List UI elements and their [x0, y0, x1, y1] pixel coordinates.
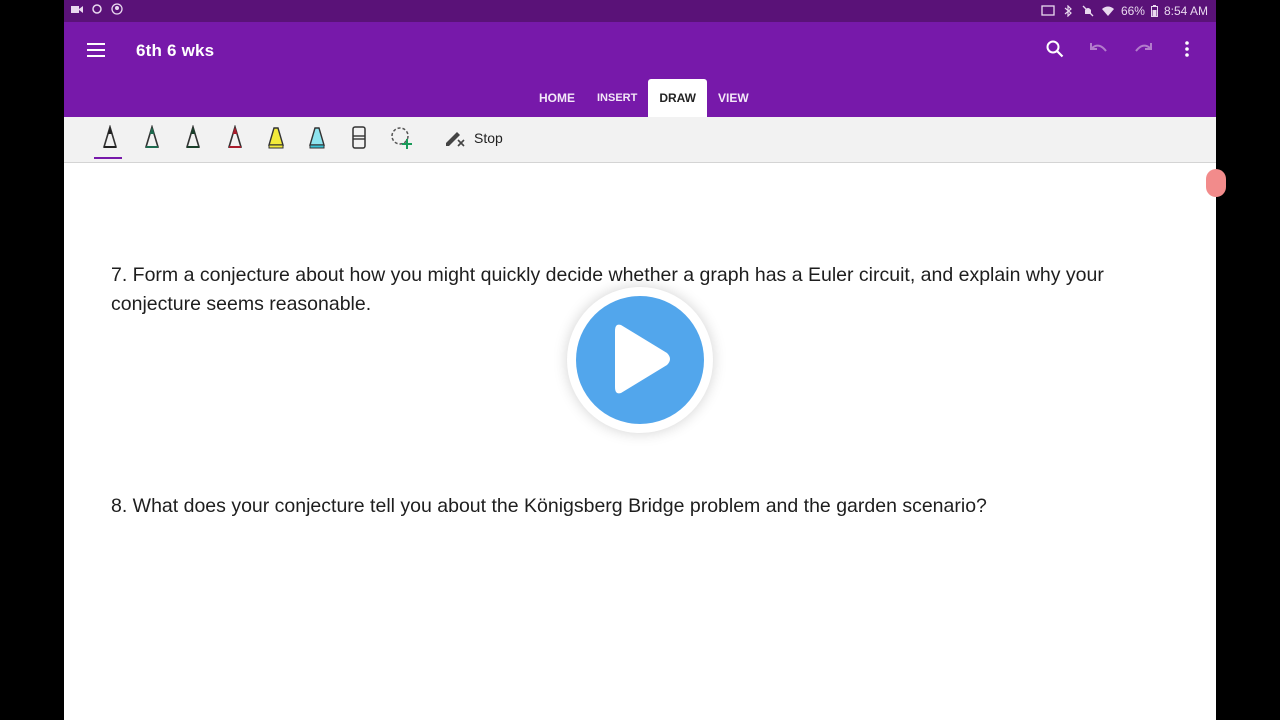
pen-green-icon[interactable] [142, 125, 168, 153]
app-bar: 6th 6 wks HOME INSERT DRAW VIEW [64, 22, 1216, 117]
tab-view[interactable]: VIEW [707, 79, 760, 117]
stop-drawing-button[interactable]: Stop [444, 128, 503, 148]
notebook-title: 6th 6 wks [136, 41, 215, 60]
search-icon[interactable] [1044, 38, 1066, 60]
play-icon [615, 324, 670, 394]
draw-ribbon: Stop [64, 117, 1216, 163]
pen-black-icon[interactable] [94, 125, 126, 159]
clock: 8:54 AM [1163, 4, 1208, 18]
ribbon-tabs: HOME INSERT DRAW VIEW [528, 79, 760, 117]
tab-insert[interactable]: INSERT [586, 79, 648, 117]
tab-draw[interactable]: DRAW [648, 79, 708, 117]
play-button[interactable] [567, 287, 713, 433]
wifi-icon [1101, 6, 1114, 16]
more-vert-icon[interactable] [1176, 38, 1198, 60]
status-bar: 66% 8:54 AM [64, 0, 1216, 22]
battery-icon [1150, 5, 1158, 17]
mute-icon [1082, 5, 1094, 17]
lasso-select-icon[interactable] [389, 125, 415, 153]
pen-dark-green-icon[interactable] [183, 125, 209, 153]
redo-icon[interactable] [1132, 38, 1154, 60]
account-icon [111, 3, 123, 15]
question-8: 8. What does your conjecture tell you ab… [111, 495, 987, 517]
bluetooth-icon [1064, 5, 1072, 17]
sync-icon [92, 4, 102, 14]
pen-red-icon[interactable] [225, 125, 251, 153]
stop-label: Stop [474, 130, 503, 146]
highlighter-yellow-icon[interactable] [266, 125, 292, 153]
cast-icon [1041, 5, 1055, 16]
menu-icon[interactable] [87, 43, 105, 57]
tab-home[interactable]: HOME [528, 79, 586, 117]
status-left-icons [70, 3, 124, 15]
battery-percent: 66% [1120, 4, 1145, 18]
video-camera-icon [71, 6, 83, 13]
stop-pen-icon [446, 132, 465, 147]
status-right: 66% 8:54 AM [1041, 4, 1208, 18]
eraser-icon[interactable] [349, 125, 375, 153]
notebook-page[interactable]: 7. Form a conjecture about how you might… [64, 163, 1226, 720]
undo-icon[interactable] [1088, 38, 1110, 60]
highlighter-cyan-icon[interactable] [307, 125, 333, 153]
recording-indicator [1206, 169, 1226, 197]
app-bar-actions [1044, 38, 1198, 60]
